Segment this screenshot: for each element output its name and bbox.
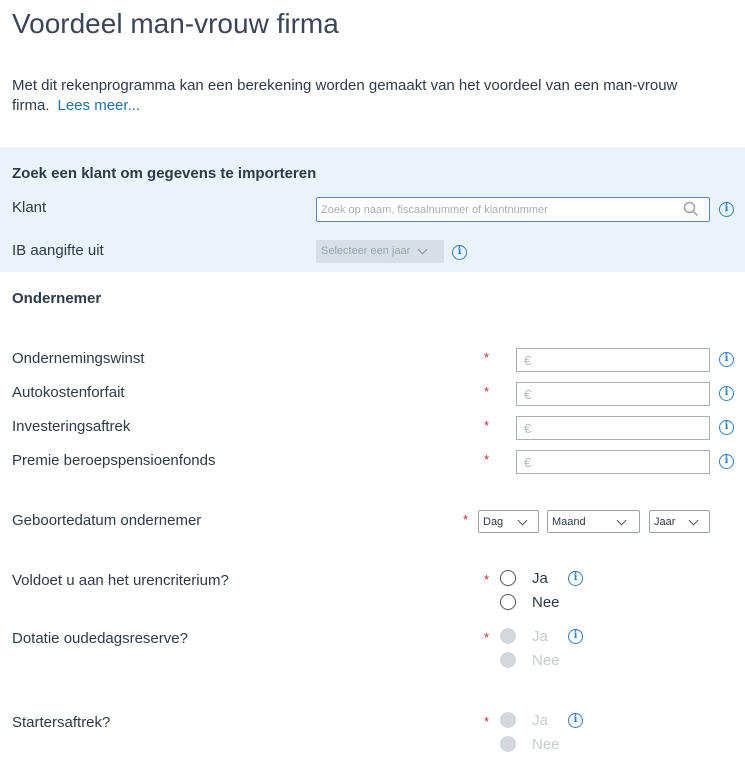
required-mark: * [484, 572, 490, 587]
field-label-autokostenforfait: Autokostenforfait [12, 384, 125, 401]
required-mark: * [484, 384, 490, 399]
startersaftrek-no-radio [500, 736, 516, 752]
premie-beroepspensioenfonds-input[interactable]: € [516, 450, 710, 474]
autokostenforfait-info-icon[interactable]: i [719, 386, 734, 401]
urencriterium-no-label[interactable]: Nee [532, 594, 560, 611]
field-label-ondernemingswinst: Ondernemingswinst [12, 350, 145, 367]
oudedagsreserve-yes-radio [500, 628, 516, 644]
currency-symbol: € [524, 455, 532, 470]
birth-month-select[interactable]: Maand [547, 510, 640, 533]
autokostenforfait-input[interactable]: € [516, 382, 710, 406]
ib-year-select-value: Selecteer een jaar [321, 245, 411, 257]
urencriterium-yes-label[interactable]: Ja [532, 570, 548, 587]
required-mark: * [484, 418, 490, 433]
urencriterium-no-radio[interactable] [500, 594, 516, 610]
chevron-down-icon [417, 244, 428, 255]
startersaftrek-yes-label: Ja [532, 712, 548, 729]
birth-day-select[interactable]: Dag [478, 510, 539, 533]
investeringsaftrek-input[interactable]: € [516, 416, 710, 440]
currency-symbol: € [524, 353, 532, 368]
ib-year-select: Selecteer een jaar [316, 240, 444, 263]
premie-info-icon[interactable]: i [719, 454, 734, 469]
question-startersaftrek-label: Startersaftrek? [12, 714, 111, 731]
ondernemingswinst-input[interactable]: € [516, 348, 710, 372]
chevron-down-icon [688, 515, 699, 526]
question-urencriterium-label: Voldoet u aan het urencriterium? [12, 572, 229, 589]
ib-label: IB aangifte uit [12, 242, 104, 259]
page-title: Voordeel man-vrouw firma [12, 8, 339, 39]
required-mark: * [484, 630, 490, 645]
intro-text: Met dit rekenprogramma kan een berekenin… [12, 76, 727, 116]
ib-info-icon[interactable]: i [452, 245, 467, 260]
birth-month-value: Maand [552, 516, 586, 528]
birth-day-value: Dag [483, 516, 504, 528]
currency-symbol: € [524, 421, 532, 436]
oudedagsreserve-no-radio [500, 652, 516, 668]
birth-year-value: Jaar [654, 516, 676, 528]
required-mark: * [484, 714, 490, 729]
chevron-down-icon [616, 515, 627, 526]
field-label-premie-beroepspensioenfonds: Premie beroepspensioenfonds [12, 452, 216, 469]
chevron-down-icon [517, 515, 528, 526]
startersaftrek-info-icon[interactable]: i [568, 713, 583, 728]
read-more-link[interactable]: Lees meer... [58, 97, 141, 114]
oudedagsreserve-no-label: Nee [532, 652, 560, 669]
birth-year-select[interactable]: Jaar [649, 510, 710, 533]
currency-symbol: € [524, 387, 532, 402]
birthdate-label: Geboortedatum ondernemer [12, 512, 202, 529]
required-mark: * [463, 512, 469, 527]
oudedagsreserve-info-icon[interactable]: i [568, 629, 583, 644]
urencriterium-info-icon[interactable]: i [568, 571, 583, 586]
required-mark: * [484, 350, 490, 365]
client-label: Klant [12, 199, 47, 216]
client-search-field[interactable] [316, 197, 710, 222]
client-info-icon[interactable]: i [719, 202, 734, 217]
field-label-investeringsaftrek: Investeringsaftrek [12, 418, 131, 435]
startersaftrek-yes-radio [500, 712, 516, 728]
import-heading: Zoek een klant om gegevens te importeren [12, 165, 317, 182]
search-icon[interactable] [683, 201, 699, 217]
entrepreneur-heading: Ondernemer [12, 290, 102, 307]
required-mark: * [484, 452, 490, 467]
startersaftrek-no-label: Nee [532, 736, 560, 753]
oudedagsreserve-yes-label: Ja [532, 628, 548, 645]
urencriterium-yes-radio[interactable] [500, 570, 516, 586]
investeringsaftrek-info-icon[interactable]: i [719, 420, 734, 435]
ondernemingswinst-info-icon[interactable]: i [719, 352, 734, 367]
question-oudedagsreserve-label: Dotatie oudedagsreserve? [12, 630, 188, 647]
client-search-input[interactable] [317, 198, 677, 221]
